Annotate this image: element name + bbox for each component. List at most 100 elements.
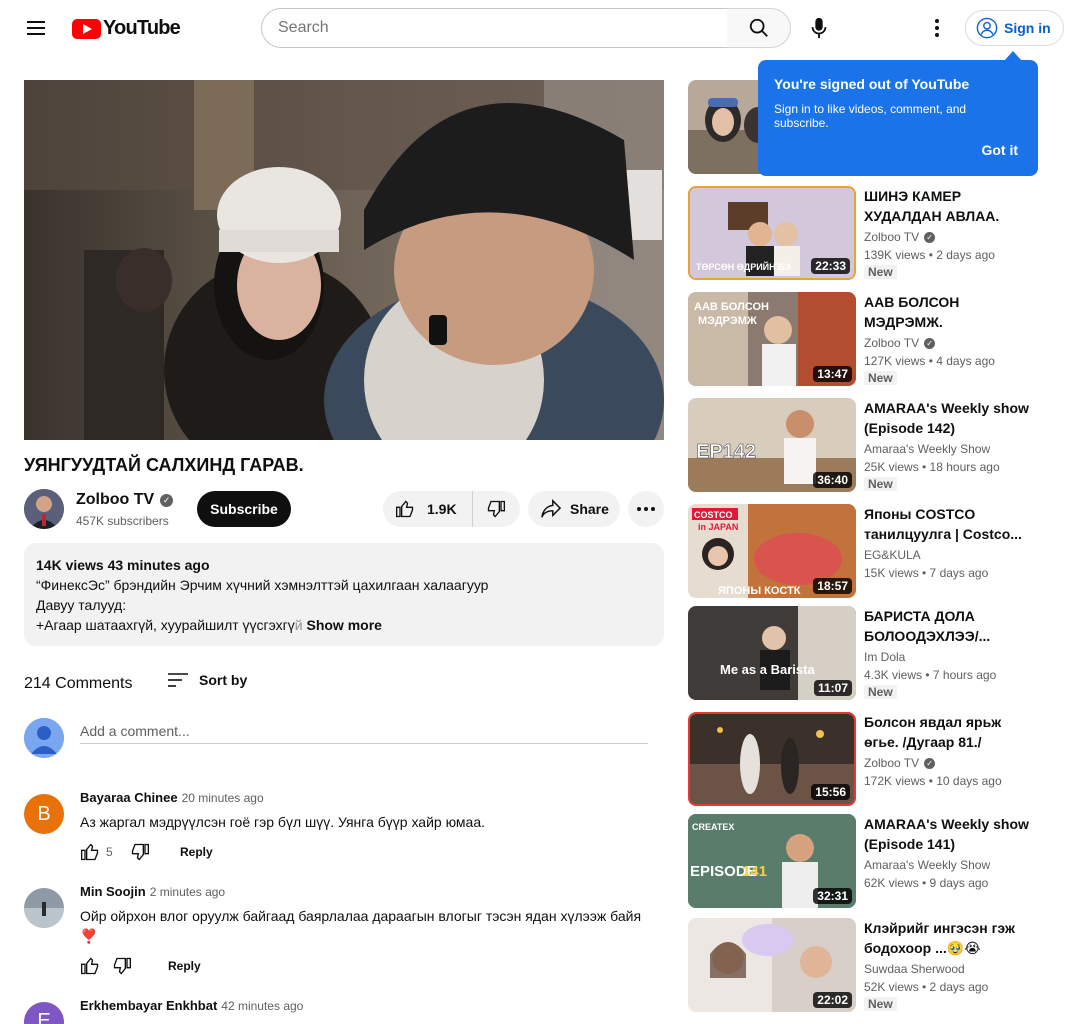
settings-more-button[interactable]: [917, 8, 957, 48]
comment-text: Ойр ойрхон влог оруулж байгаад баярлалаа…: [80, 908, 642, 944]
share-button[interactable]: Share: [528, 491, 620, 527]
comment-actions: 5 Reply: [80, 842, 213, 862]
svg-text:ААВ БОЛСОН: ААВ БОЛСОН: [694, 301, 769, 313]
video-thumbnail[interactable]: COSTCO in JAPAN ЯПОНЫ КОСТК 18:57: [688, 504, 856, 598]
video-title-link[interactable]: Болсон явдал ярьж өгье. /Дугаар 81./ Чөт…: [864, 712, 1038, 752]
video-channel[interactable]: Amaraa's Weekly Show: [864, 858, 990, 872]
channel-avatar[interactable]: [24, 489, 64, 529]
recommended-video[interactable]: ААВ БОЛСОН МЭДРЭМЖ 13:47 ААВ БОЛСОН МЭДРЭ…: [688, 292, 1040, 386]
thumb-up-icon: [396, 500, 414, 518]
search-button[interactable]: [727, 8, 791, 48]
dislike-button[interactable]: [473, 499, 519, 519]
comment-header: Bayaraa Chinee 20 minutes ago: [80, 790, 264, 805]
video-channel[interactable]: Zolboo TV ✓: [864, 230, 936, 244]
video-title-link[interactable]: AMARAA's Weekly show (Episode 141): [864, 814, 1038, 854]
more-actions-button[interactable]: [628, 491, 664, 527]
recommended-video[interactable]: 22:02 Клэйрийг ингэсэн гэж бодохоор ...🥹…: [688, 918, 1040, 1012]
video-duration: 18:57: [813, 578, 852, 594]
video-channel[interactable]: Amaraa's Weekly Show: [864, 442, 990, 456]
comment-author[interactable]: Bayaraa Chinee: [80, 790, 178, 805]
thumb-up-icon[interactable]: [80, 956, 100, 976]
video-title-link[interactable]: ШИНЭ КАМЕР ХУДАЛДАН АВЛАА.: [864, 186, 1038, 226]
svg-text:Me as a Barista: Me as a Barista: [720, 662, 815, 677]
voice-search-button[interactable]: [799, 8, 839, 48]
sign-in-label: Sign in: [1004, 20, 1051, 36]
like-count: 1.9K: [427, 501, 457, 517]
channel-text: Zolboo TV: [864, 336, 920, 350]
video-channel[interactable]: Zolboo TV ✓: [864, 756, 936, 770]
channel-name[interactable]: Zolboo TV ✓: [76, 491, 174, 509]
comment-avatar[interactable]: E: [24, 1002, 64, 1024]
comment-avatar[interactable]: [24, 888, 64, 928]
sign-in-button[interactable]: Sign in: [965, 10, 1064, 46]
recommended-video[interactable]: CREATEX EPISODE 141 32:31 AMARAA's Weekly …: [688, 814, 1040, 908]
video-duration: 15:56: [811, 784, 850, 800]
got-it-button[interactable]: Got it: [981, 142, 1018, 158]
comment-author[interactable]: Erkhembayar Enkhbat: [80, 998, 217, 1013]
video-title-link[interactable]: ААВ БОЛСОН МЭДРЭМЖ.: [864, 292, 1038, 332]
video-thumbnail[interactable]: EP142 36:40: [688, 398, 856, 492]
video-duration: 36:40: [813, 472, 852, 488]
video-title-link[interactable]: БАРИСТА ДОЛА БОЛООДЭХЛЭЭ/...: [864, 606, 1038, 646]
channel-text: Zolboo TV: [864, 756, 920, 770]
video-thumbnail[interactable]: ТӨРСӨН ӨДРИЙН БЭ 22:33: [688, 186, 856, 280]
comments-header: 214 Comments Sort by: [24, 672, 664, 696]
video-duration: 22:02: [813, 992, 852, 1008]
video-thumbnail[interactable]: 15:56: [688, 712, 856, 806]
reply-button[interactable]: Reply: [180, 845, 213, 859]
comment-time[interactable]: 2 minutes ago: [150, 885, 225, 899]
thumb-up-icon[interactable]: [80, 842, 100, 862]
video-meta: 62K views • 9 days ago: [864, 876, 989, 890]
svg-text:141: 141: [742, 863, 767, 880]
recommended-video[interactable]: COSTCO in JAPAN ЯПОНЫ КОСТК 18:57 Японы CO…: [688, 504, 1040, 598]
verified-icon: ✓: [924, 337, 936, 349]
share-label: Share: [570, 501, 609, 517]
video-thumbnail[interactable]: ААВ БОЛСОН МЭДРЭМЖ 13:47: [688, 292, 856, 386]
video-thumbnail[interactable]: 22:02: [688, 918, 856, 1012]
reply-button[interactable]: Reply: [168, 959, 201, 973]
more-horiz-icon: [637, 507, 655, 511]
video-channel[interactable]: EG&KULA: [864, 548, 921, 562]
video-thumbnail[interactable]: Me as a Barista 11:07: [688, 606, 856, 700]
recommended-video[interactable]: EP142 36:40 AMARAA's Weekly show (Episod…: [688, 398, 1040, 492]
thumb-down-icon[interactable]: [112, 956, 132, 976]
video-channel[interactable]: Zolboo TV ✓: [864, 336, 936, 350]
default-avatar-icon: [24, 718, 64, 758]
video-meta: 172K views • 10 days ago: [864, 774, 1002, 788]
video-duration: 11:07: [813, 680, 852, 696]
comment-time[interactable]: 20 minutes ago: [182, 791, 264, 805]
svg-text:CREATEX: CREATEX: [692, 822, 734, 832]
menu-icon[interactable]: [18, 10, 54, 46]
account-icon: [976, 17, 998, 39]
verified-icon: ✓: [924, 757, 936, 769]
recommended-video[interactable]: Me as a Barista 11:07 БАРИСТА ДОЛА БОЛОО…: [688, 606, 1040, 700]
youtube-logo[interactable]: YouTube: [72, 17, 181, 40]
show-more-button[interactable]: Show more: [306, 617, 381, 633]
like-button[interactable]: 1.9K: [383, 491, 473, 527]
comment-time[interactable]: 42 minutes ago: [221, 999, 303, 1013]
sort-by-button[interactable]: Sort by: [167, 672, 247, 688]
recommended-video[interactable]: ТӨРСӨН ӨДРИЙН БЭ 22:33 ШИНЭ КАМЕР ХУДАЛД…: [688, 186, 1040, 280]
add-comment-input[interactable]: [80, 718, 648, 744]
verified-icon: ✓: [160, 493, 174, 507]
search-input[interactable]: [278, 19, 711, 37]
video-channel[interactable]: Im Dola: [864, 650, 905, 664]
video-title-link[interactable]: Клэйрийг ингэсэн гэж бодохоор ...🥹😭: [864, 918, 1038, 958]
comment-avatar[interactable]: B: [24, 794, 64, 834]
new-badge: New: [864, 477, 897, 491]
subscribe-button[interactable]: Subscribe: [197, 491, 291, 527]
comment-avatar-image: [24, 888, 64, 928]
svg-text:ЯПОНЫ КОСТК: ЯПОНЫ КОСТК: [718, 585, 801, 597]
video-player[interactable]: [24, 80, 664, 440]
channel-avatar-image: [24, 489, 64, 529]
comment-author[interactable]: Min Soojin: [80, 884, 146, 899]
search-box[interactable]: [261, 8, 728, 48]
video-channel[interactable]: Suwdaa Sherwood: [864, 962, 965, 976]
video-thumbnail[interactable]: CREATEX EPISODE 141 32:31: [688, 814, 856, 908]
description-box[interactable]: 14K views 43 minutes ago “ФинексЭс” брэн…: [24, 543, 664, 646]
masthead: YouTube Sign in: [0, 0, 1080, 56]
video-title-link[interactable]: AMARAA's Weekly show (Episode 142): [864, 398, 1038, 438]
video-title-link[interactable]: Японы COSTCO танилцуулга | Costco...: [864, 504, 1038, 544]
recommended-video[interactable]: 15:56 Болсон явдал ярьж өгье. /Дугаар 81…: [688, 712, 1040, 806]
thumb-down-icon[interactable]: [130, 842, 150, 862]
